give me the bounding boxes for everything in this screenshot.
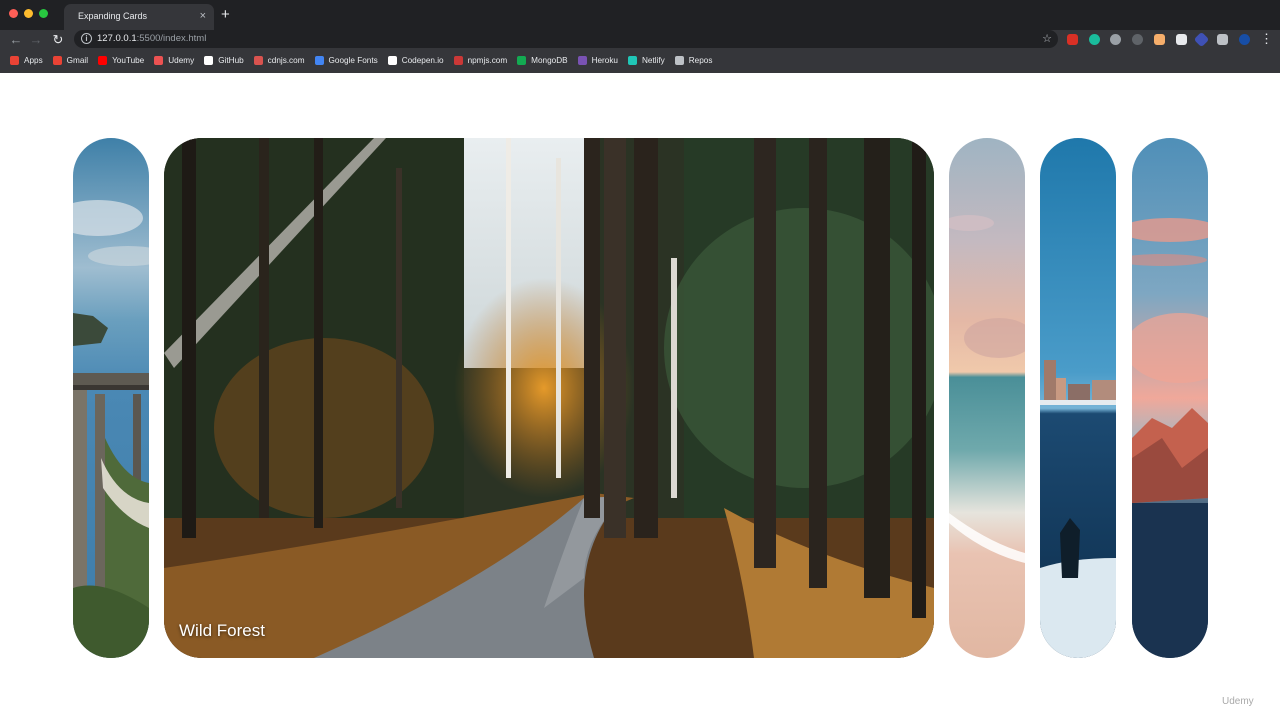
bookmark-github[interactable]: GitHub — [204, 56, 244, 65]
bookmarks-bar: Apps Gmail YouTube Udemy GitHub cdnjs.com Goog… — [0, 52, 712, 69]
extension-red-icon[interactable] — [1067, 34, 1078, 45]
bookmark-label: Repos — [688, 56, 713, 65]
info-icon[interactable]: i — [81, 33, 92, 44]
extension-white-icon[interactable] — [1176, 34, 1187, 45]
page-content: Wild Forest — [1, 73, 1280, 720]
coastal-bridge-image — [73, 138, 149, 658]
heroku-icon — [577, 56, 587, 65]
url-host: 127.0.0.1 — [97, 33, 137, 44]
bookmark-label: npmjs.com — [467, 56, 508, 65]
winter-city-image — [1040, 138, 1116, 658]
google-fonts-icon — [314, 56, 324, 65]
bookmark-gmail[interactable]: Gmail — [52, 56, 89, 65]
mongodb-icon — [517, 56, 527, 65]
minimize-window-button[interactable] — [24, 9, 33, 18]
extension-gear-icon[interactable] — [1110, 34, 1121, 45]
maximize-window-button[interactable] — [39, 9, 48, 18]
bookmark-label: Apps — [24, 56, 43, 65]
codepen-icon — [387, 56, 397, 65]
bookmark-label: YouTube — [112, 56, 145, 65]
udemy-watermark: Udemy — [1222, 696, 1254, 707]
extensions-puzzle-icon[interactable] — [1217, 34, 1228, 45]
forest-road-image — [164, 138, 934, 658]
apps-grid-icon — [10, 56, 19, 65]
bookmark-google-fonts[interactable]: Google Fonts — [314, 56, 378, 65]
gmail-icon — [52, 56, 62, 65]
panel-explore-the-world[interactable] — [73, 138, 149, 658]
bookmark-youtube[interactable]: YouTube — [98, 56, 144, 65]
browser-menu-icon[interactable]: ⋮ — [1260, 31, 1273, 47]
bookmark-apps[interactable]: Apps — [10, 56, 43, 65]
extension-teal-icon[interactable] — [1089, 34, 1100, 45]
tab-close-icon[interactable]: × — [200, 4, 206, 28]
url-path: :5500/index.html — [136, 33, 207, 44]
cdnjs-icon — [253, 56, 263, 65]
tab-title: Expanding Cards — [78, 11, 148, 21]
browser-chrome: Expanding Cards × + ← → ↻ i 127.0.0.1:55… — [0, 0, 1280, 73]
bookmark-netlify[interactable]: Netlify — [628, 56, 665, 65]
bookmark-repos[interactable]: Repos — [674, 56, 713, 65]
bookmark-codepen-io[interactable]: Codepen.io — [387, 56, 444, 65]
bookmark-label: Google Fonts — [328, 56, 378, 65]
url-text[interactable]: 127.0.0.1:5500/index.html — [97, 30, 206, 48]
bookmark-star-icon[interactable]: ☆ — [1042, 30, 1052, 48]
address-bar[interactable]: i 127.0.0.1:5500/index.html ☆ — [74, 30, 1058, 48]
bookmark-npmjs-com[interactable]: npmjs.com — [453, 56, 508, 65]
bookmark-label: MongoDB — [531, 56, 568, 65]
new-tab-button[interactable]: + — [221, 6, 230, 24]
panel-title: Wild Forest — [179, 621, 265, 640]
panel-mountains-clouds[interactable] — [1132, 138, 1208, 658]
github-icon — [204, 56, 214, 65]
mountain-clouds-image — [1132, 138, 1208, 658]
tab-strip: Expanding Cards × + — [0, 0, 1280, 30]
reload-button[interactable]: ↻ — [49, 31, 67, 49]
bookmark-label: Udemy — [168, 56, 195, 65]
bookmark-label: cdnjs.com — [267, 56, 305, 65]
panel-sunny-beach[interactable] — [949, 138, 1025, 658]
forward-button[interactable]: → — [27, 31, 45, 49]
udemy-icon — [154, 56, 164, 65]
extension-circle-icon[interactable] — [1132, 34, 1143, 45]
bookmark-label: GitHub — [218, 56, 244, 65]
bookmark-cdnjs-com[interactable]: cdnjs.com — [253, 56, 305, 65]
bookmark-label: Netlify — [642, 56, 665, 65]
close-window-button[interactable] — [9, 9, 18, 18]
npm-icon — [453, 56, 463, 65]
panel-city-on-winter[interactable] — [1040, 138, 1116, 658]
beach-sunset-image — [949, 138, 1025, 658]
back-button[interactable]: ← — [7, 31, 25, 49]
profile-avatar-icon[interactable] — [1239, 34, 1250, 45]
bookmark-label: Gmail — [66, 56, 89, 65]
folder-icon — [674, 56, 684, 65]
netlify-icon — [628, 56, 637, 65]
youtube-icon — [98, 56, 108, 65]
tab-expanding-cards[interactable]: Expanding Cards × — [64, 4, 214, 30]
bookmark-mongodb[interactable]: MongoDB — [517, 56, 568, 65]
bookmark-udemy[interactable]: Udemy — [154, 56, 194, 65]
extension-diamond-icon[interactable] — [1193, 31, 1210, 48]
bookmark-label: Codepen.io — [401, 56, 444, 65]
panel-wild-forest[interactable]: Wild Forest — [164, 138, 934, 658]
bookmark-heroku[interactable]: Heroku — [577, 56, 618, 65]
extension-orange-icon[interactable] — [1154, 34, 1165, 45]
bookmark-label: Heroku — [591, 56, 618, 65]
